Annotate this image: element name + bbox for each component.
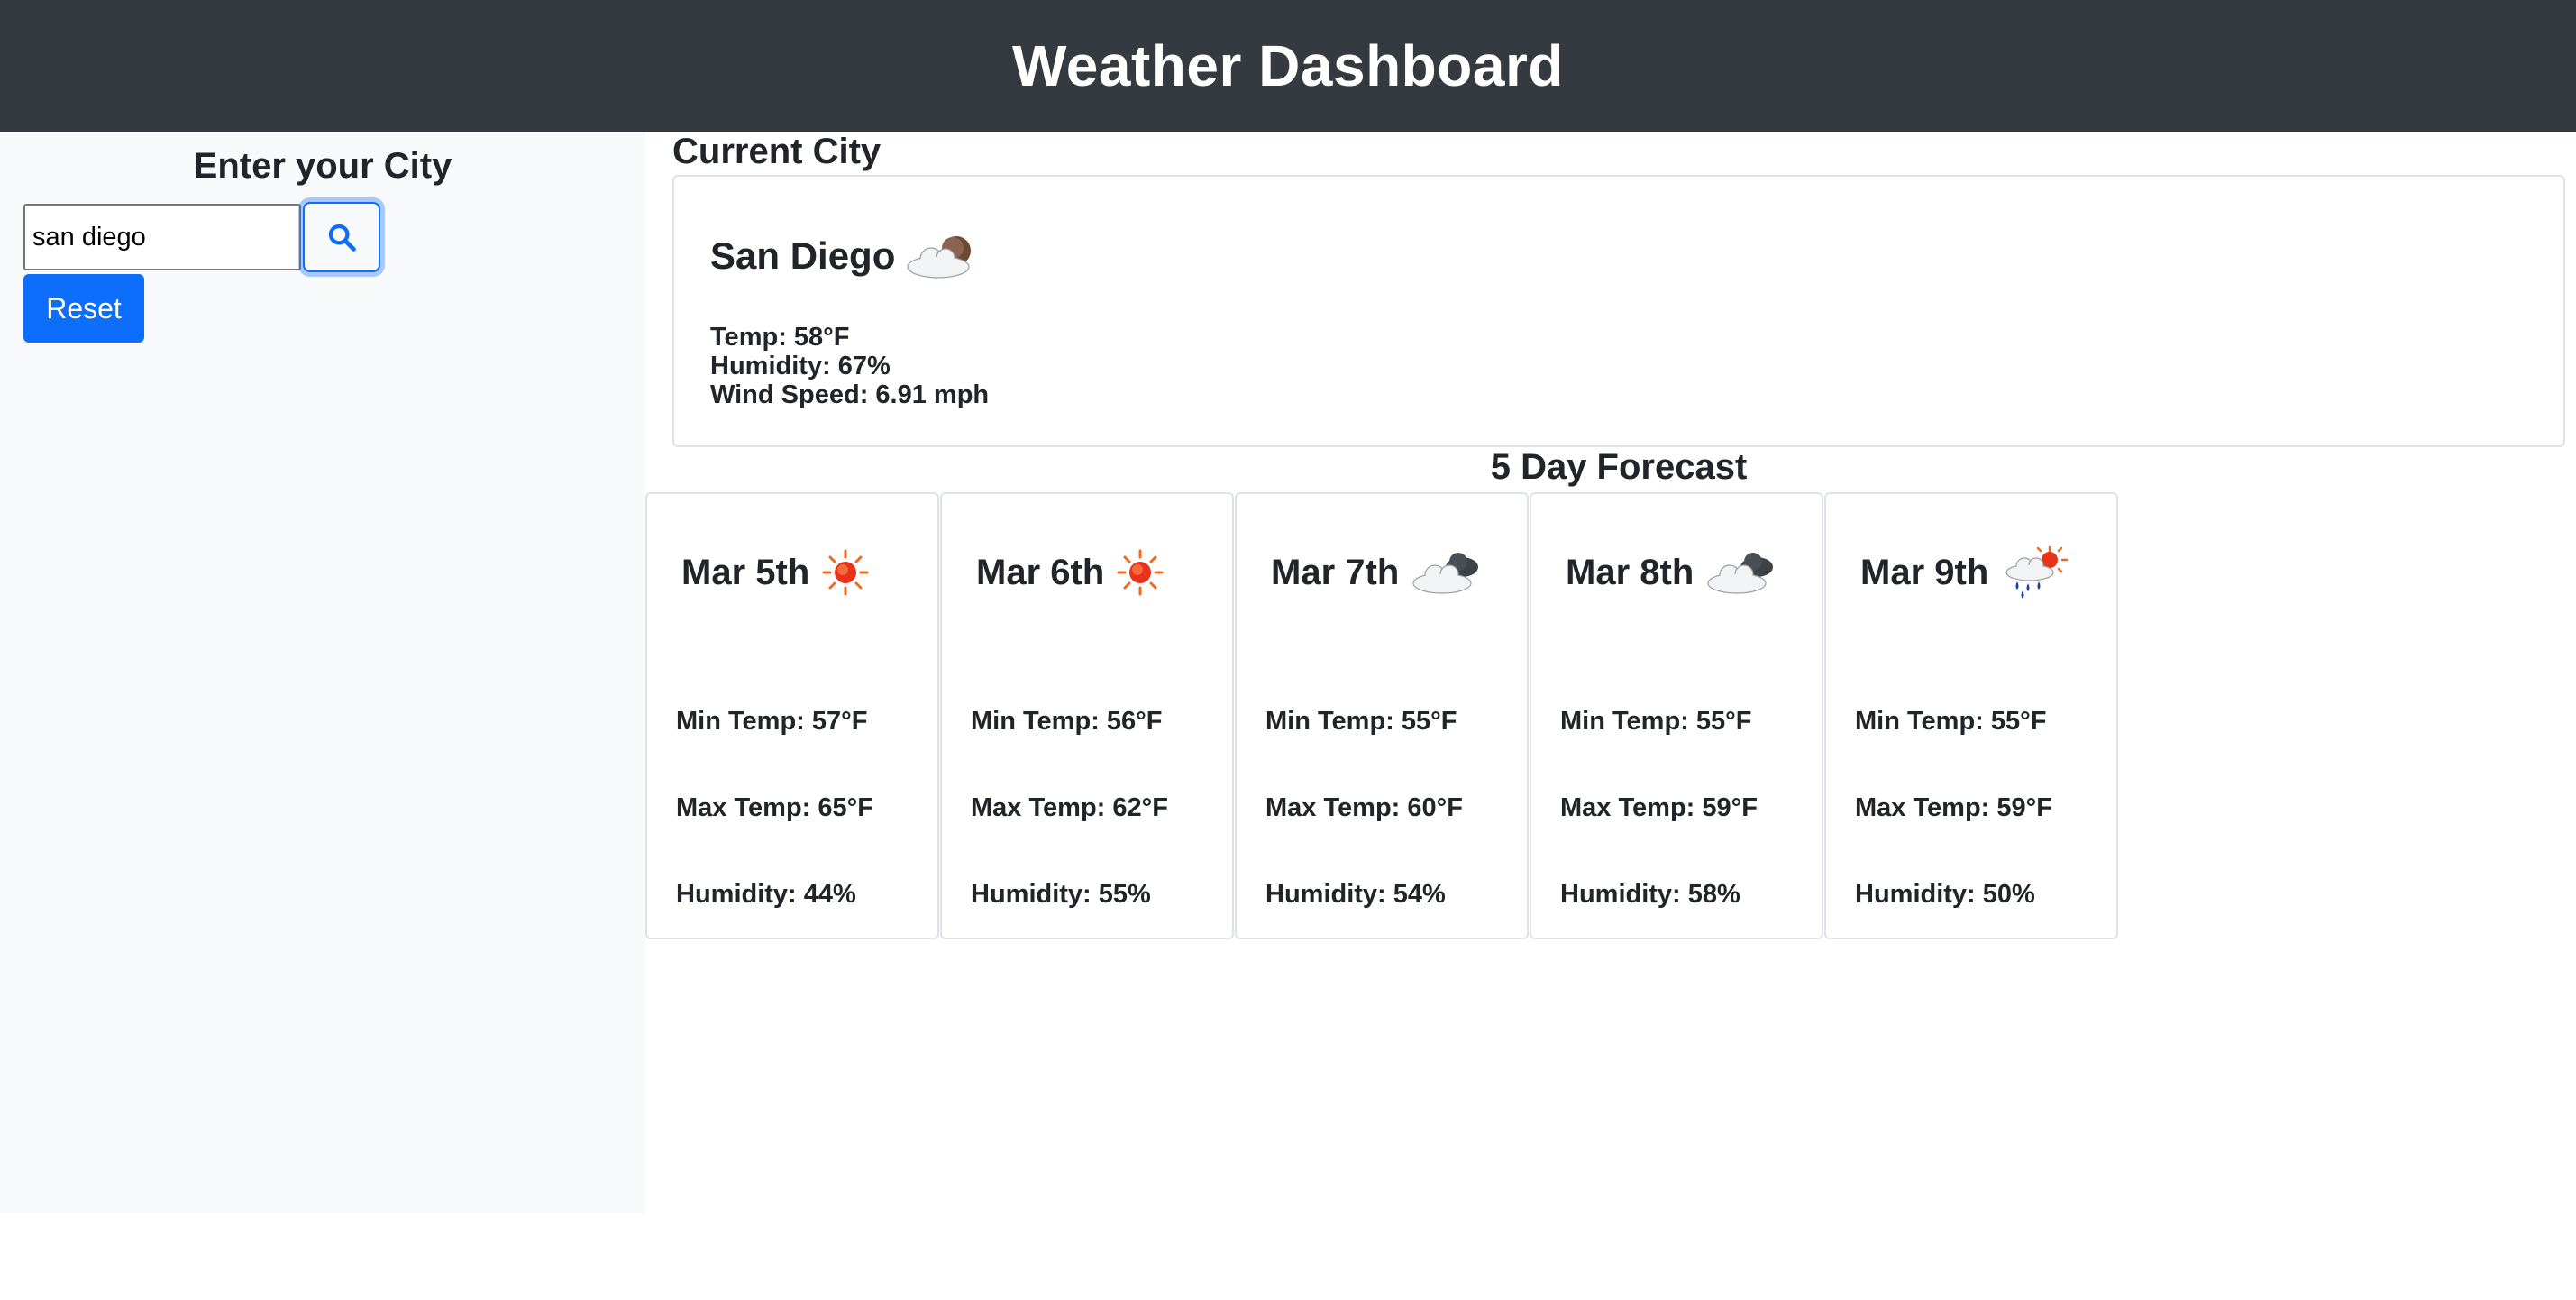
cloud-icon [1410, 547, 1485, 598]
forecast-max-temp: Max Temp: 65°F [676, 793, 873, 822]
current-city-row: San Diego [710, 231, 978, 281]
forecast-max-temp: Max Temp: 59°F [1855, 793, 2052, 822]
cloud-moon-icon [904, 231, 978, 281]
forecast-card: Mar 9th Min Temp: 55°F Max Temp: 59°F Hu… [1824, 492, 2118, 939]
forecast-max-temp: Max Temp: 62°F [971, 793, 1168, 822]
forecast-date: Mar 8th [1566, 552, 1694, 592]
current-wind-speed: Wind Speed: 6.91 mph [710, 380, 990, 409]
sidebar-heading: Enter your City [193, 146, 452, 186]
app-title: Weather Dashboard [1012, 33, 1564, 98]
forecast-min-temp: Min Temp: 56°F [971, 707, 1163, 736]
sun-icon [1115, 547, 1165, 598]
forecast-humidity: Humidity: 54% [1265, 880, 1446, 909]
forecast-date-row: Mar 6th [976, 541, 1165, 604]
forecast-max-temp: Max Temp: 59°F [1560, 793, 1758, 822]
forecast-date: Mar 6th [976, 552, 1105, 592]
city-search-input[interactable] [23, 204, 301, 270]
forecast-heading: 5 Day Forecast [1490, 447, 1748, 487]
search-icon [326, 222, 357, 252]
cloud-icon [1704, 547, 1780, 598]
current-city-name: San Diego [710, 234, 896, 277]
current-temp: Temp: 58°F [710, 323, 850, 352]
search-button[interactable] [303, 202, 380, 272]
forecast-date: Mar 7th [1271, 552, 1400, 592]
sun-icon [820, 547, 871, 598]
forecast-min-temp: Min Temp: 57°F [676, 707, 868, 736]
forecast-min-temp: Min Temp: 55°F [1265, 707, 1457, 736]
forecast-date: Mar 9th [1860, 552, 1989, 592]
reset-button[interactable]: Reset [23, 274, 144, 343]
rain-sun-icon [1999, 545, 2071, 600]
forecast-card: Mar 7th Min Temp: 55°F Max Temp: 60°F Hu… [1235, 492, 1529, 939]
forecast-card: Mar 5th Min Temp: 57°F Max Temp: 65°F Hu… [645, 492, 939, 939]
current-humidity: Humidity: 67% [710, 352, 891, 380]
app-header: Weather Dashboard [0, 0, 2576, 132]
forecast-min-temp: Min Temp: 55°F [1560, 707, 1752, 736]
forecast-humidity: Humidity: 58% [1560, 880, 1740, 909]
forecast-humidity: Humidity: 44% [676, 880, 856, 909]
forecast-date-row: Mar 7th [1271, 541, 1485, 604]
current-city-heading: Current City [672, 132, 882, 171]
forecast-max-temp: Max Temp: 60°F [1265, 793, 1463, 822]
current-weather-card: San Diego Temp: 58°F Humidity: 67% Wind … [672, 175, 2565, 447]
current-stats: Temp: 58°F Humidity: 67% Wind Speed: 6.9… [710, 323, 989, 409]
forecast-min-temp: Min Temp: 55°F [1855, 707, 2047, 736]
forecast-card: Mar 8th Min Temp: 55°F Max Temp: 59°F Hu… [1530, 492, 1823, 939]
forecast-humidity: Humidity: 50% [1855, 880, 2035, 909]
forecast-row: Mar 5th Min Temp: 57°F Max Temp: 65°F Hu… [645, 492, 2119, 939]
forecast-date-row: Mar 8th [1566, 541, 1780, 604]
sidebar: Enter your City Reset [0, 132, 645, 1213]
forecast-card: Mar 6th Min Temp: 56°F Max Temp: 62°F Hu… [940, 492, 1234, 939]
forecast-humidity: Humidity: 55% [971, 880, 1151, 909]
forecast-date-row: Mar 9th [1860, 541, 2071, 604]
forecast-date-row: Mar 5th [681, 541, 871, 604]
forecast-date: Mar 5th [681, 552, 810, 592]
